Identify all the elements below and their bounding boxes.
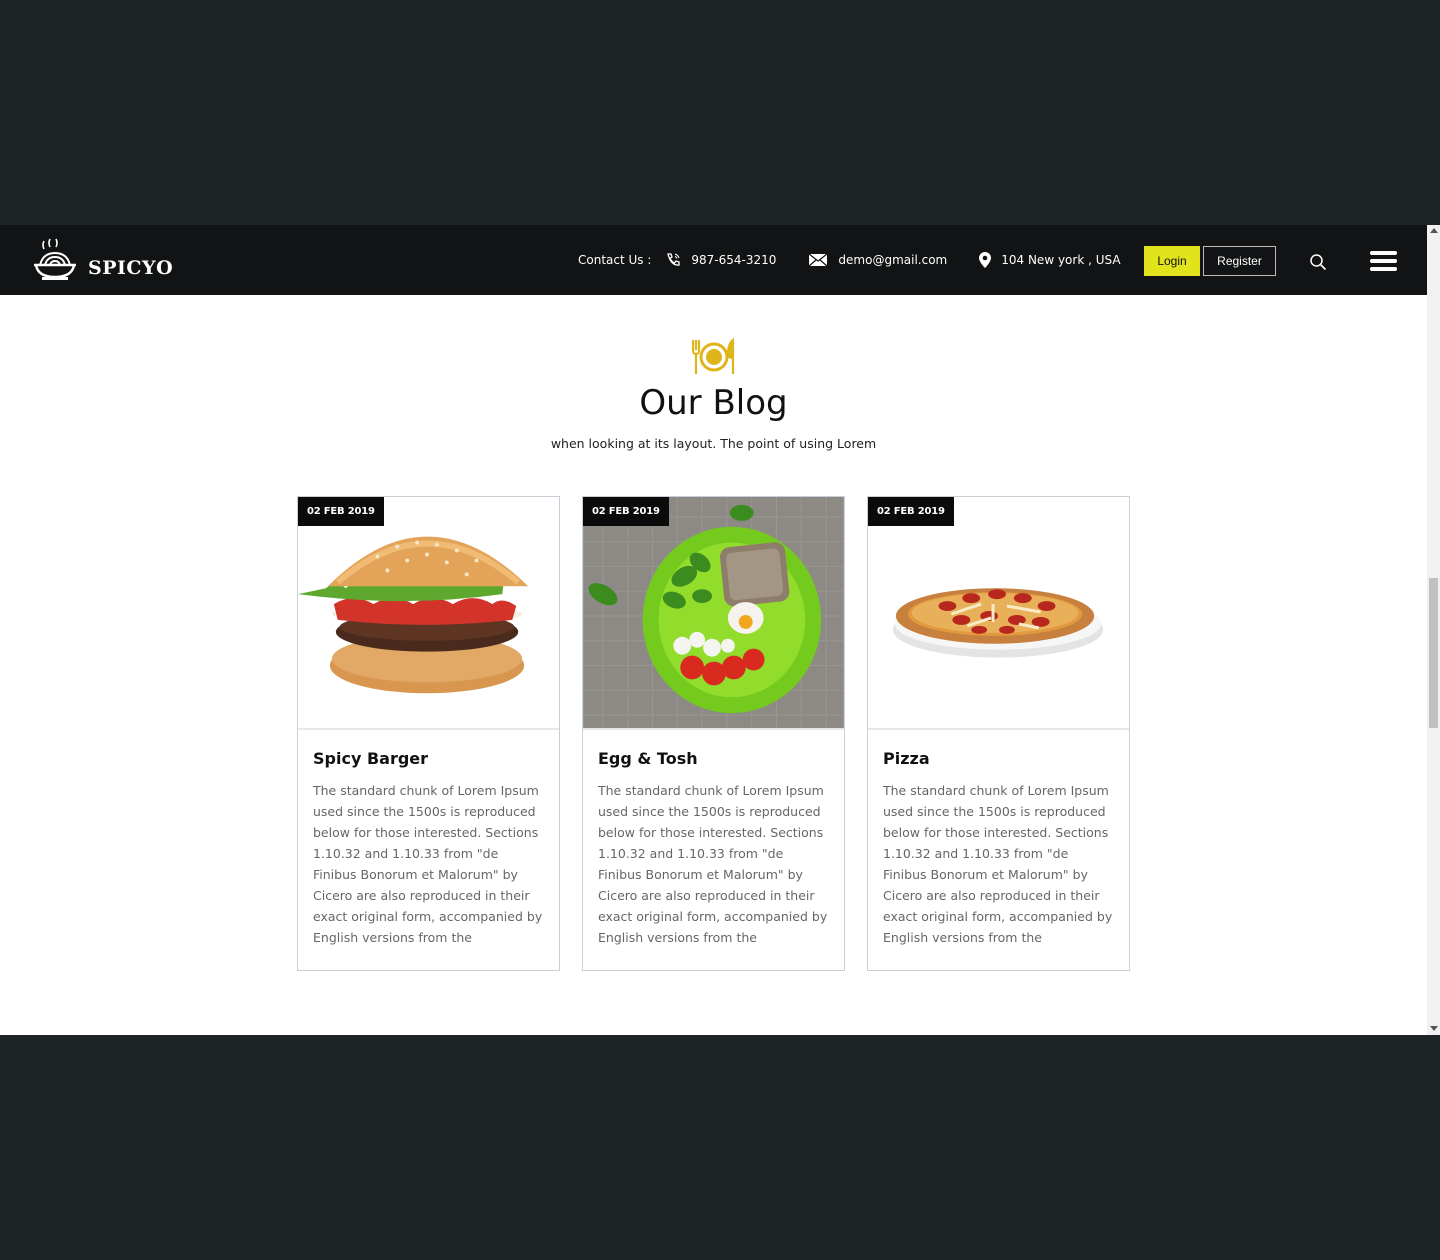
contact-address[interactable]: 104 New york , USA	[979, 252, 1121, 268]
mail-icon	[809, 253, 828, 267]
date-badge: 02 FEB 2019	[583, 497, 669, 526]
blog-card[interactable]: 02 FEB 2019	[867, 496, 1130, 971]
scroll-up-arrow-icon[interactable]	[1430, 228, 1438, 233]
address-text: 104 New york , USA	[1001, 253, 1121, 267]
card-text: The standard chunk of Lorem Ipsum used s…	[883, 783, 1113, 945]
login-button[interactable]: Login	[1144, 246, 1200, 276]
blog-card[interactable]: 02 FEB 2019	[582, 496, 845, 971]
logo[interactable]: SPICYO	[30, 235, 173, 285]
scroll-down-arrow-icon[interactable]	[1430, 1026, 1438, 1031]
burger-image	[298, 497, 559, 728]
site-header: SPICYO Contact Us : 987-654-3210 demo@gm…	[0, 225, 1427, 295]
date-badge: 02 FEB 2019	[298, 497, 384, 526]
card-body: Pizza The standard chunk of Lorem Ipsum …	[868, 730, 1129, 948]
pizza-image	[868, 497, 1129, 728]
plate-cutlery-icon	[691, 338, 735, 374]
blog-cards: 02 FEB 2019 Spicy Barger The standard ch…	[297, 496, 1130, 971]
page-scrollbar[interactable]	[1427, 225, 1440, 1035]
brand-name: SPICYO	[88, 257, 174, 279]
noodle-bowl-icon	[34, 238, 76, 280]
card-image[interactable]: 02 FEB 2019	[583, 497, 844, 730]
card-title[interactable]: Egg & Tosh	[598, 749, 829, 768]
section-subtitle: when looking at its layout. The point of…	[550, 436, 877, 451]
scrollbar-thumb[interactable]	[1429, 578, 1438, 728]
browser-viewport: SPICYO Contact Us : 987-654-3210 demo@gm…	[0, 225, 1440, 1035]
contact-email[interactable]: demo@gmail.com	[808, 253, 947, 267]
card-text: The standard chunk of Lorem Ipsum used s…	[313, 783, 543, 945]
card-body: Egg & Tosh The standard chunk of Lorem I…	[583, 730, 844, 948]
card-text: The standard chunk of Lorem Ipsum used s…	[598, 783, 828, 945]
contact-phone[interactable]: 987-654-3210	[665, 252, 776, 268]
hamburger-menu-icon[interactable]	[1370, 251, 1397, 271]
card-body: Spicy Barger The standard chunk of Lorem…	[298, 730, 559, 948]
location-pin-icon	[979, 252, 992, 268]
card-image[interactable]: 02 FEB 2019	[298, 497, 559, 730]
card-title[interactable]: Pizza	[883, 749, 1114, 768]
contact-label: Contact Us :	[578, 253, 652, 267]
card-title[interactable]: Spicy Barger	[313, 749, 544, 768]
phone-icon	[667, 253, 681, 266]
card-image[interactable]: 02 FEB 2019	[868, 497, 1129, 730]
contact-bar: Contact Us : 987-654-3210 demo@gmail.com	[578, 225, 1153, 295]
blog-card[interactable]: 02 FEB 2019	[297, 496, 560, 971]
register-button[interactable]: Register	[1203, 246, 1276, 276]
phone-number: 987-654-3210	[691, 253, 777, 267]
section-title: Our Blog	[639, 383, 788, 423]
egg-plate-image	[583, 497, 844, 728]
date-badge: 02 FEB 2019	[868, 497, 954, 526]
search-icon[interactable]	[1309, 253, 1327, 271]
email-address: demo@gmail.com	[838, 253, 948, 267]
